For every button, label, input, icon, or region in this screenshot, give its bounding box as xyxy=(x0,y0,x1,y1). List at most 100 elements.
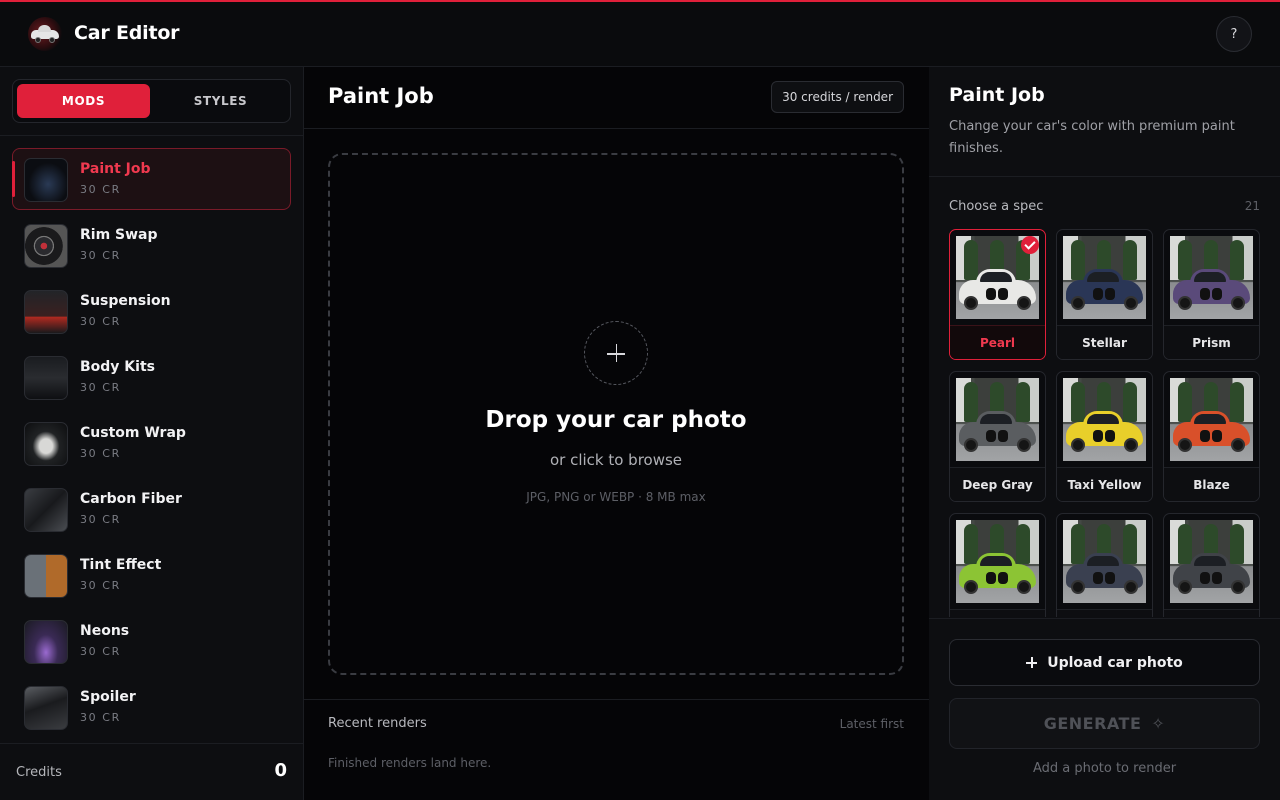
plus-icon xyxy=(1026,657,1038,668)
dropzone-subtitle: or click to browse xyxy=(549,451,683,469)
tab-styles[interactable]: STYLES xyxy=(154,84,287,118)
spec-preview-image xyxy=(956,520,1039,603)
sidebar: MODS STYLES Paint Job 30 CR Rim Swap 30 CR S… xyxy=(0,67,304,800)
mod-cost: 30 CR xyxy=(80,711,121,724)
spec-label-area xyxy=(950,609,1045,617)
mod-thumbnail xyxy=(24,422,68,466)
credit-cost-badge: 30 credits / render xyxy=(771,81,904,113)
mod-name: Neons xyxy=(80,623,130,639)
recent-empty-state: Finished renders land here. xyxy=(328,756,492,770)
mod-cost: 30 CR xyxy=(80,315,121,328)
mod-cost: 30 CR xyxy=(80,249,121,262)
sidebar-mod-carbon-fiber[interactable]: Carbon Fiber 30 CR xyxy=(12,478,291,540)
credits-label: Credits xyxy=(16,765,62,780)
generate-label: GENERATE xyxy=(1043,714,1142,733)
spec-tile-blaze[interactable]: Blaze xyxy=(1163,371,1260,502)
mod-cost: 30 CR xyxy=(80,381,121,394)
spec-tile-pearl[interactable]: Pearl xyxy=(949,229,1046,360)
photo-dropzone[interactable]: Drop your car photo or click to browse J… xyxy=(328,153,904,675)
spec-tile-item-6[interactable] xyxy=(949,513,1046,617)
spec-tile-prism[interactable]: Prism xyxy=(1163,229,1260,360)
sidebar-mod-suspension[interactable]: Suspension 30 CR xyxy=(12,280,291,342)
spec-preview-image xyxy=(1170,378,1253,461)
credits-bar: Credits 0 xyxy=(0,743,303,800)
mod-cost: 30 CR xyxy=(80,447,121,460)
mod-name: Body Kits xyxy=(80,359,155,375)
spec-tile-stellar[interactable]: Stellar xyxy=(1056,229,1153,360)
app-title: Car Editor xyxy=(74,22,180,44)
spec-label-area: Prism xyxy=(1164,325,1259,359)
tab-mods[interactable]: MODS xyxy=(17,84,150,118)
page-title: Paint Job xyxy=(328,84,434,108)
spec-preview-image xyxy=(1063,378,1146,461)
main-header: Paint Job 30 credits / render xyxy=(304,67,929,129)
generate-hint: Add a photo to render xyxy=(1032,761,1177,776)
panel-description: Change your car's color with premium pai… xyxy=(949,119,1235,156)
mod-thumbnail xyxy=(24,554,68,598)
recent-sort-button[interactable]: Latest first xyxy=(840,717,904,731)
sidebar-mod-rim-swap[interactable]: Rim Swap 30 CR xyxy=(12,214,291,276)
spec-tile-taxi-yellow[interactable]: Taxi Yellow xyxy=(1056,371,1153,502)
spec-tile-item-8[interactable] xyxy=(1163,513,1260,617)
spec-label-area xyxy=(1164,609,1259,617)
spec-name: Blaze xyxy=(1193,478,1230,492)
mod-name: Carbon Fiber xyxy=(80,491,182,507)
spec-count: 21 xyxy=(1244,199,1260,213)
mod-thumbnail xyxy=(24,488,68,532)
mod-thumbnail xyxy=(24,224,68,268)
spec-name: Taxi Yellow xyxy=(1067,478,1142,492)
spec-label-area: Blaze xyxy=(1164,467,1259,501)
mod-thumbnail xyxy=(24,620,68,664)
spec-tile-deep-gray[interactable]: Deep Gray xyxy=(949,371,1046,502)
spec-name: Stellar xyxy=(1082,336,1127,350)
mod-thumbnail xyxy=(24,356,68,400)
spec-preview-image xyxy=(1063,236,1146,319)
generate-button[interactable]: GENERATE ✧ xyxy=(949,698,1260,749)
spec-tile-item-7[interactable] xyxy=(1056,513,1153,617)
sidebar-mod-neons[interactable]: Neons 30 CR xyxy=(12,610,291,672)
sidebar-mod-spoiler[interactable]: Spoiler 30 CR xyxy=(12,676,291,738)
divider xyxy=(929,618,1280,619)
sidebar-mod-tint-effect[interactable]: Tint Effect 30 CR xyxy=(12,544,291,606)
mod-cost: 30 CR xyxy=(80,579,121,592)
mod-name: Tint Effect xyxy=(80,557,162,573)
mod-cost: 30 CR xyxy=(80,183,121,196)
spec-label: Choose a spec xyxy=(949,199,1044,214)
dropzone-hint: JPG, PNG or WEBP · 8 MB max xyxy=(526,490,706,504)
options-panel: Paint Job Change your car's color with p… xyxy=(929,67,1280,800)
upload-photo-button[interactable]: Upload car photo xyxy=(949,639,1260,686)
mod-thumbnail xyxy=(24,686,68,730)
panel-title: Paint Job xyxy=(949,84,1045,106)
plus-icon xyxy=(584,321,648,385)
mod-thumbnail xyxy=(24,158,68,202)
recent-renders-title: Recent renders xyxy=(328,716,427,731)
sidebar-mod-body-kits[interactable]: Body Kits 30 CR xyxy=(12,346,291,408)
spec-label-area: Deep Gray xyxy=(950,467,1045,501)
mod-name: Rim Swap xyxy=(80,227,158,243)
spec-name: Prism xyxy=(1192,336,1231,350)
divider xyxy=(929,176,1280,177)
spec-preview-image xyxy=(956,378,1039,461)
spec-label-area xyxy=(1057,609,1152,617)
spec-preview-image xyxy=(1170,236,1253,319)
spec-label-area: Taxi Yellow xyxy=(1057,467,1152,501)
spec-name: Deep Gray xyxy=(962,478,1033,492)
mod-name: Suspension xyxy=(80,293,171,309)
mods-styles-toggle: MODS STYLES xyxy=(12,79,291,123)
dropzone-title: Drop your car photo xyxy=(485,407,747,433)
app-root: Car Editor ? MODS STYLES Paint Job 30 CR R… xyxy=(0,0,1280,800)
sparkle-icon: ✧ xyxy=(1151,714,1166,733)
divider xyxy=(304,699,929,700)
help-button[interactable]: ? xyxy=(1216,16,1252,52)
selected-check-icon xyxy=(1021,236,1039,254)
spec-label-area: Pearl xyxy=(950,325,1045,359)
spec-preview-image xyxy=(1170,520,1253,603)
credits-value: 0 xyxy=(274,760,287,781)
mod-thumbnail xyxy=(24,290,68,334)
top-header: Car Editor ? xyxy=(0,2,1280,67)
mod-name: Paint Job xyxy=(80,161,151,177)
sidebar-mod-custom-wrap[interactable]: Custom Wrap 30 CR xyxy=(12,412,291,474)
spec-grid: Pearl Stellar Prism Deep Gray Taxi Yellow Bla… xyxy=(949,229,1260,617)
mod-cost: 30 CR xyxy=(80,645,121,658)
sidebar-mod-paint-job[interactable]: Paint Job 30 CR xyxy=(12,148,291,210)
